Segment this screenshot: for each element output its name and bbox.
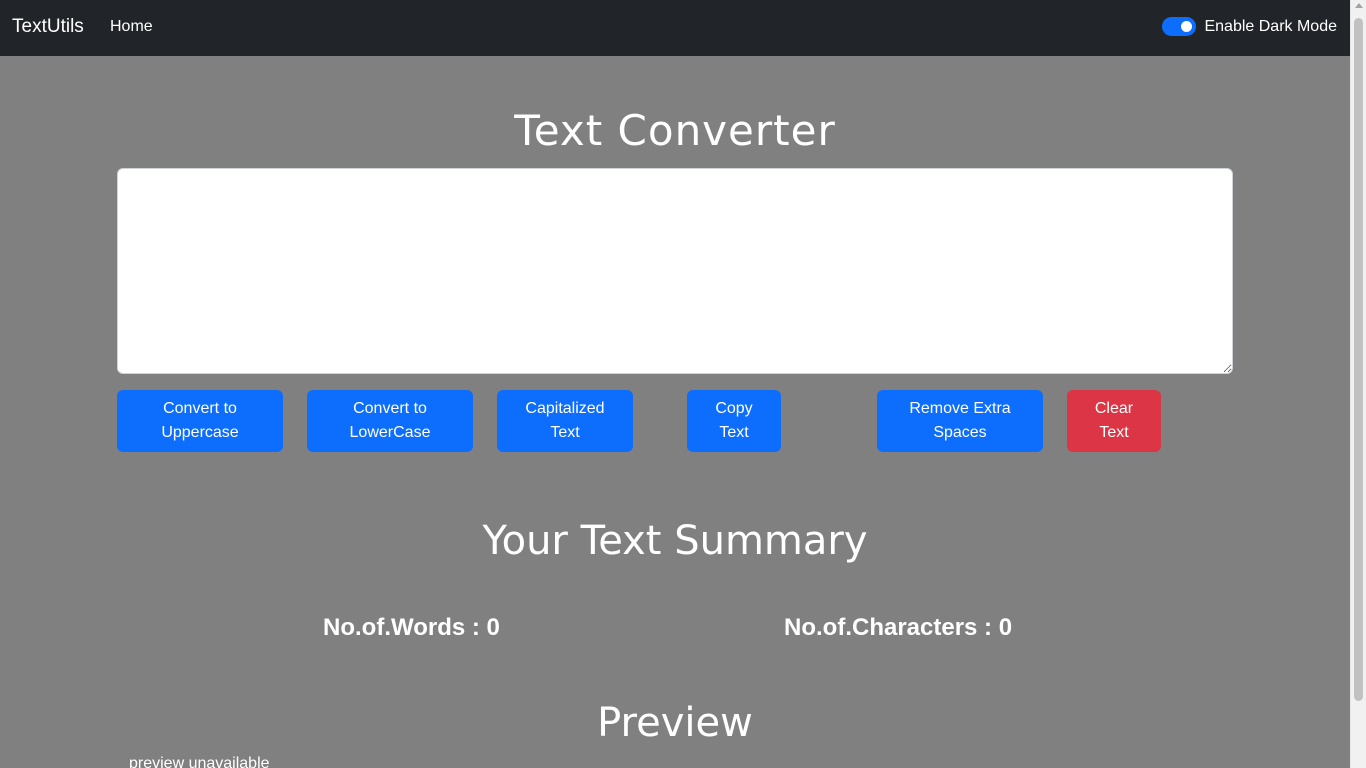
summary-title: Your Text Summary	[482, 518, 868, 564]
preview-text: preview unavailable	[129, 755, 270, 768]
scrollbar-thumb[interactable]	[1354, 18, 1363, 701]
preview-title: Preview	[597, 700, 753, 746]
remove-extra-spaces-button[interactable]: Remove Extra Spaces	[877, 390, 1043, 452]
convert-lowercase-button[interactable]: Convert to LowerCase	[307, 390, 473, 452]
switch-knob	[1181, 21, 1193, 32]
vertical-scrollbar[interactable]	[1350, 0, 1366, 768]
copy-text-button[interactable]: Copy Text	[687, 390, 781, 452]
capitalized-text-button[interactable]: Capitalized Text	[497, 390, 633, 452]
brand-link[interactable]: TextUtils	[12, 16, 84, 38]
word-count: No.of.Words : 0	[323, 614, 500, 641]
scroll-up-icon[interactable]	[1355, 3, 1363, 8]
nav-link-home[interactable]: Home	[110, 18, 153, 36]
text-input[interactable]	[117, 168, 1233, 374]
dark-mode-switch[interactable]	[1162, 17, 1197, 36]
navbar: TextUtils Home Enable Dark Mode	[0, 0, 1350, 56]
dark-mode-label[interactable]: Enable Dark Mode	[1204, 18, 1337, 36]
convert-uppercase-button[interactable]: Convert to Uppercase	[117, 390, 283, 452]
dark-mode-toggle-group: Enable Dark Mode	[1162, 17, 1337, 36]
page-title: Text Converter	[514, 106, 836, 155]
character-count: No.of.Characters : 0	[784, 614, 1013, 641]
clear-text-button[interactable]: Clear Text	[1067, 390, 1161, 452]
